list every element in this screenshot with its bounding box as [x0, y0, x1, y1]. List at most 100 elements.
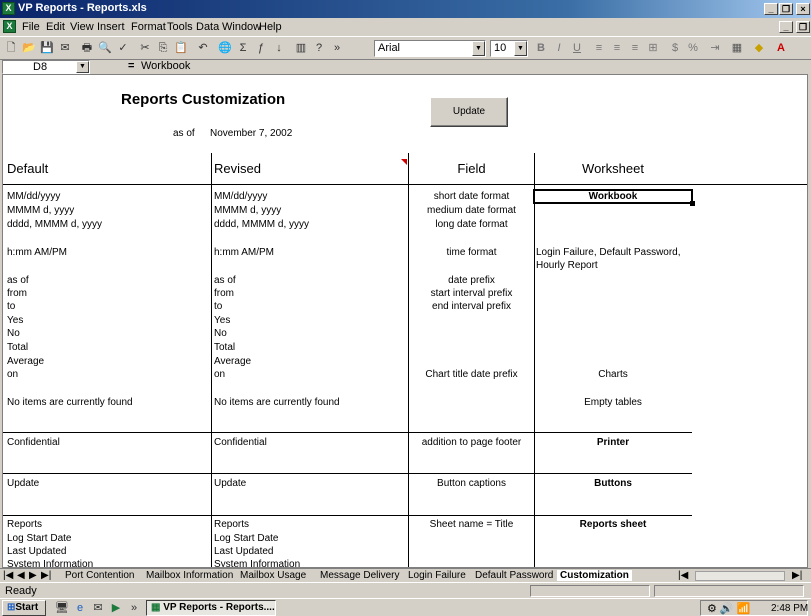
browser-icon[interactable]: e: [72, 600, 88, 616]
restore-button[interactable]: ❐: [779, 3, 793, 15]
default-cell[interactable]: MMMM d, yyyy: [7, 205, 74, 216]
revised-cell[interactable]: h:mm AM/PM: [214, 247, 274, 258]
copy-icon[interactable]: ⎘: [155, 40, 171, 56]
default-cell[interactable]: Last Updated: [7, 546, 67, 557]
default-cell[interactable]: dddd, MMMM d, yyyy: [7, 219, 102, 230]
update-button[interactable]: Update: [430, 97, 508, 127]
menu-data[interactable]: Data: [196, 21, 219, 33]
task-excel-button[interactable]: ▦ VP Reports - Reports....: [146, 600, 276, 616]
tab-mailbox-information[interactable]: Mailbox Information: [146, 570, 233, 581]
currency-icon[interactable]: $: [667, 40, 683, 56]
tab-scroll-arrows[interactable]: |◀: [678, 570, 688, 581]
sort-icon[interactable]: ↓: [271, 40, 287, 56]
revised-cell[interactable]: No: [214, 328, 227, 339]
merge-center-icon[interactable]: ⊞: [645, 40, 661, 56]
autosum-icon[interactable]: Σ: [235, 40, 251, 56]
revised-cell[interactable]: as of: [214, 275, 236, 286]
menu-format[interactable]: Format: [131, 21, 166, 33]
desktop-icon[interactable]: 🖥: [54, 600, 70, 616]
paste-icon[interactable]: 📋: [173, 40, 189, 56]
revised-cell[interactable]: from: [214, 288, 234, 299]
revised-cell[interactable]: MM/dd/yyyy: [214, 191, 267, 202]
field-cell[interactable]: short date format: [408, 191, 535, 202]
chart-wizard-icon[interactable]: ▥: [293, 40, 309, 56]
default-cell[interactable]: h:mm AM/PM: [7, 247, 67, 258]
revised-cell[interactable]: Total: [214, 342, 235, 353]
field-cell[interactable]: long date format: [408, 219, 535, 230]
cut-icon[interactable]: ✂: [137, 40, 153, 56]
default-cell[interactable]: from: [7, 288, 27, 299]
revised-cell[interactable]: Confidential: [214, 437, 267, 448]
open-icon[interactable]: 📂: [21, 40, 37, 56]
worksheet-cell[interactable]: Printer: [534, 437, 692, 448]
worksheet-cell[interactable]: Login Failure, Default Password,: [536, 247, 681, 258]
name-box[interactable]: D8 ▼: [2, 60, 90, 74]
field-cell[interactable]: end interval prefix: [408, 301, 535, 312]
field-cell[interactable]: Chart title date prefix: [408, 369, 535, 380]
worksheet-cell[interactable]: Empty tables: [534, 397, 692, 408]
prev-sheet-icon[interactable]: ◀: [17, 570, 25, 581]
worksheet-cell-line2[interactable]: Hourly Report: [536, 260, 598, 271]
default-cell[interactable]: No items are currently found: [7, 397, 133, 408]
menu-edit[interactable]: Edit: [46, 21, 65, 33]
chevron-down-icon[interactable]: ▼: [472, 41, 485, 56]
default-cell[interactable]: Yes: [7, 315, 23, 326]
new-icon[interactable]: 🗋: [3, 40, 19, 56]
function-icon[interactable]: ƒ: [253, 40, 269, 56]
save-icon[interactable]: 💾: [39, 40, 55, 56]
workbook-icon[interactable]: X: [3, 20, 16, 33]
default-cell[interactable]: to: [7, 301, 15, 312]
menu-file[interactable]: File: [22, 21, 40, 33]
revised-cell[interactable]: dddd, MMMM d, yyyy: [214, 219, 309, 230]
font-size-select[interactable]: 10 ▼: [490, 40, 528, 57]
menu-insert[interactable]: Insert: [97, 21, 125, 33]
field-cell[interactable]: date prefix: [408, 275, 535, 286]
revised-cell[interactable]: Average: [214, 356, 251, 367]
default-cell[interactable]: on: [7, 369, 18, 380]
field-cell[interactable]: Sheet name = Title: [408, 519, 535, 530]
default-cell[interactable]: Update: [7, 478, 39, 489]
default-cell[interactable]: System Information: [7, 559, 93, 567]
formula-content[interactable]: Workbook: [141, 60, 190, 72]
revised-cell[interactable]: Log Start Date: [214, 533, 278, 544]
field-cell[interactable]: Button captions: [408, 478, 535, 489]
media-icon[interactable]: ▶: [108, 600, 124, 616]
comment-indicator[interactable]: [401, 159, 407, 165]
field-cell[interactable]: start interval prefix: [408, 288, 535, 299]
outlook-icon[interactable]: ✉: [90, 600, 106, 616]
default-cell[interactable]: No: [7, 328, 20, 339]
default-cell[interactable]: MM/dd/yyyy: [7, 191, 60, 202]
worksheet-grid[interactable]: Reports Customization as of November 7, …: [2, 74, 808, 568]
font-color-icon[interactable]: A: [773, 40, 789, 56]
tab-port-contention[interactable]: Port Contention: [65, 570, 135, 581]
chevron-down-icon[interactable]: ▼: [514, 41, 527, 56]
default-cell[interactable]: Log Start Date: [7, 533, 71, 544]
hyperlink-icon[interactable]: 🌐: [217, 40, 233, 56]
horizontal-scrollbar[interactable]: [695, 571, 785, 581]
menu-tools[interactable]: Tools: [167, 21, 193, 33]
italic-icon[interactable]: I: [551, 40, 567, 56]
worksheet-cell[interactable]: Charts: [534, 369, 692, 380]
revised-cell[interactable]: System Information: [214, 559, 300, 567]
align-center-icon[interactable]: ≡: [609, 40, 625, 56]
underline-icon[interactable]: U: [569, 40, 585, 56]
tray-icons[interactable]: ⚙ 🔊 📶: [707, 602, 750, 615]
first-sheet-icon[interactable]: |◀: [3, 570, 13, 581]
default-cell[interactable]: Confidential: [7, 437, 60, 448]
worksheet-cell[interactable]: Reports sheet: [534, 519, 692, 530]
revised-cell[interactable]: Last Updated: [214, 546, 274, 557]
field-cell[interactable]: time format: [408, 247, 535, 258]
start-button[interactable]: ⊞Start: [2, 600, 46, 616]
default-cell[interactable]: Total: [7, 342, 28, 353]
revised-cell[interactable]: on: [214, 369, 225, 380]
minimize-button[interactable]: _: [764, 3, 778, 15]
tab-default-password[interactable]: Default Password: [475, 570, 553, 581]
default-cell[interactable]: Average: [7, 356, 44, 367]
borders-icon[interactable]: ▦: [729, 40, 745, 56]
more-icon[interactable]: »: [126, 600, 142, 616]
align-right-icon[interactable]: ≡: [627, 40, 643, 56]
spelling-icon[interactable]: ✓: [115, 40, 131, 56]
tab-login-failure[interactable]: Login Failure: [408, 570, 466, 581]
chevron-down-icon[interactable]: ▼: [76, 61, 89, 73]
doc-restore-button[interactable]: ❐: [796, 21, 810, 33]
